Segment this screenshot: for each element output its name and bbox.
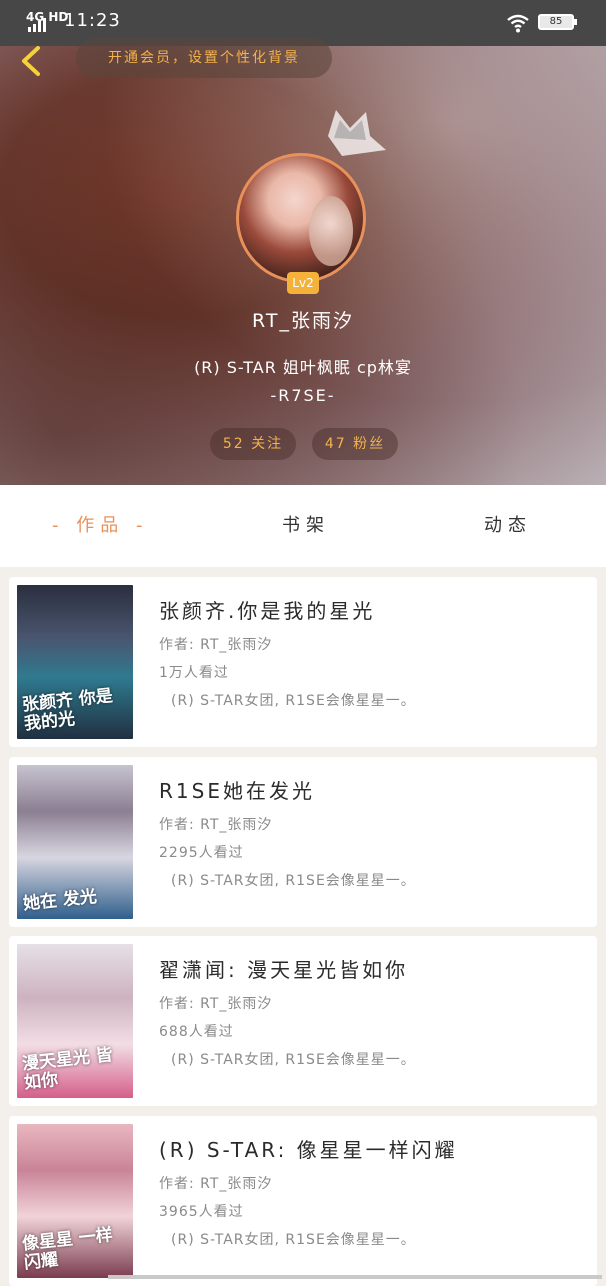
status-time: 11:23: [64, 10, 121, 31]
profile-tabs: - 作品 - 书架 动态: [0, 485, 606, 567]
username: RT_张雨汐: [252, 310, 354, 332]
cover-title: 张颜齐 你是我的光: [21, 686, 114, 735]
work-author: 作者: RT_张雨汐: [159, 1176, 273, 1192]
following-count-button[interactable]: 52 关注: [210, 428, 296, 460]
work-views: 3965人看过: [159, 1204, 244, 1220]
work-author: 作者: RT_张雨汐: [159, 996, 273, 1012]
work-views: 1万人看过: [159, 665, 229, 681]
tab-bookshelf[interactable]: 书架: [282, 511, 330, 537]
back-arrow-icon[interactable]: [14, 44, 48, 78]
wifi-icon: [507, 14, 529, 33]
book-cover[interactable]: 像星星 一样闪耀: [17, 1124, 133, 1278]
cover-title: 她在 发光: [22, 886, 98, 915]
level-badge: Lv2: [287, 272, 319, 294]
work-description: (R) S-TAR女团, R1SE会像星星一。: [171, 1052, 416, 1068]
scroll-indicator: [108, 1275, 602, 1279]
work-title[interactable]: R1SE她在发光: [159, 775, 587, 804]
work-description: (R) S-TAR女团, R1SE会像星星一。: [171, 873, 416, 889]
fans-count-button[interactable]: 47 粉丝: [312, 428, 398, 460]
work-views: 2295人看过: [159, 845, 244, 861]
book-cover[interactable]: 漫天星光 皆如你: [17, 944, 133, 1098]
cover-title: 像星星 一样闪耀: [21, 1225, 114, 1274]
work-card[interactable]: 张颜齐 你是我的光 张颜齐.你是我的星光 作者: RT_张雨汐 1万人看过 (R…: [9, 577, 597, 747]
work-card[interactable]: 漫天星光 皆如你 翟潇闻: 漫天星光皆如你 作者: RT_张雨汐 688人看过 …: [9, 936, 597, 1106]
bio-line-1: (R) S-TAR 姐叶枫眠 cp林宴: [194, 358, 412, 377]
avatar[interactable]: [236, 153, 366, 283]
work-description: (R) S-TAR女团, R1SE会像星星一。: [171, 1232, 416, 1248]
tab-moments[interactable]: 动态: [484, 511, 532, 537]
work-author: 作者: RT_张雨汐: [159, 817, 273, 833]
profile-header: 4G HD 11:23 85 开通会员，设置个性化背景 Lv2 RT_张雨汐 (…: [0, 0, 606, 485]
work-card[interactable]: 她在 发光 R1SE她在发光 作者: RT_张雨汐 2295人看过 (R) S-…: [9, 757, 597, 927]
work-description: (R) S-TAR女团, R1SE会像星星一。: [171, 693, 416, 709]
tab-works[interactable]: - 作品 -: [52, 511, 148, 537]
work-views: 688人看过: [159, 1024, 234, 1040]
work-title[interactable]: 翟潇闻: 漫天星光皆如你: [159, 954, 587, 983]
work-info: 张颜齐.你是我的星光 作者: RT_张雨汐 1万人看过 (R) S-TAR女团,…: [159, 595, 587, 710]
signal-icon: [28, 18, 46, 32]
book-cover[interactable]: 张颜齐 你是我的光: [17, 585, 133, 739]
bio-line-2: -R7SE-: [270, 386, 336, 405]
work-card[interactable]: 像星星 一样闪耀 (R) S-TAR: 像星星一样闪耀 作者: RT_张雨汐 3…: [9, 1116, 597, 1286]
work-title[interactable]: 张颜齐.你是我的星光: [159, 595, 587, 624]
battery-icon: 85: [538, 14, 577, 30]
book-cover[interactable]: 她在 发光: [17, 765, 133, 919]
avatar-photo-detail: [309, 196, 353, 266]
work-title[interactable]: (R) S-TAR: 像星星一样闪耀: [159, 1134, 587, 1163]
work-info: 翟潇闻: 漫天星光皆如你 作者: RT_张雨汐 688人看过 (R) S-TAR…: [159, 954, 587, 1069]
works-list: 张颜齐 你是我的光 张颜齐.你是我的星光 作者: RT_张雨汐 1万人看过 (R…: [0, 567, 606, 1286]
work-info: R1SE她在发光 作者: RT_张雨汐 2295人看过 (R) S-TAR女团,…: [159, 775, 587, 890]
crown-icon: [328, 110, 386, 156]
work-info: (R) S-TAR: 像星星一样闪耀 作者: RT_张雨汐 3965人看过 (R…: [159, 1134, 587, 1249]
cover-title: 漫天星光 皆如你: [21, 1045, 114, 1094]
work-author: 作者: RT_张雨汐: [159, 637, 273, 653]
vip-background-button[interactable]: 开通会员，设置个性化背景: [76, 38, 332, 78]
